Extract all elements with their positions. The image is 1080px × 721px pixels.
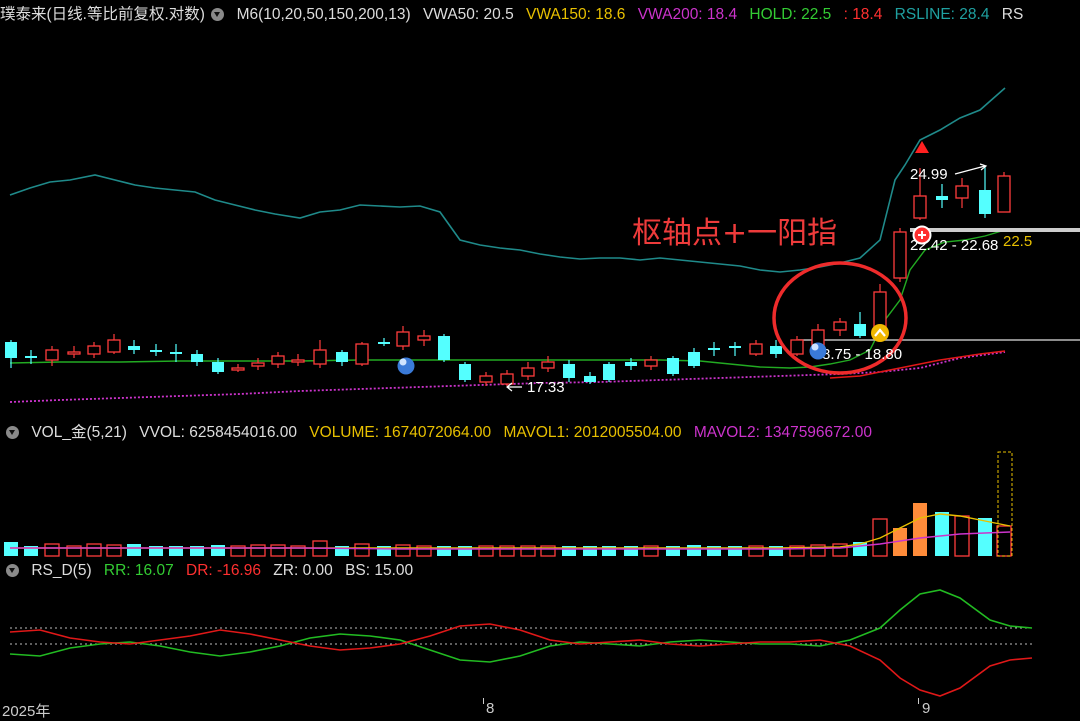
candle-body [170, 352, 182, 354]
candle-body [854, 324, 866, 336]
candle-body [625, 362, 637, 366]
candle-body [438, 336, 450, 360]
pivot-annotation-text: 枢轴点+一阳指 [632, 216, 837, 251]
candle-body [128, 346, 140, 350]
dr-value: DR: -16.96 [186, 562, 261, 579]
candle-body [749, 343, 763, 355]
blue-marker-icon[interactable] [809, 342, 827, 360]
dr-line [9, 623, 1033, 697]
buy-signal-icon[interactable] [871, 324, 889, 342]
month-label-9: 9 [922, 700, 931, 717]
candle-body [913, 195, 927, 219]
candle-body [396, 331, 410, 347]
pivot-range-label: 8.75 - 18.80 [822, 346, 902, 363]
volume-bar [4, 542, 18, 556]
candle-body [500, 373, 514, 385]
bs-value: BS: 15.00 [345, 562, 414, 579]
candle-body [479, 375, 493, 383]
month-label-8: 8 [486, 700, 495, 717]
vol-indicator-name[interactable]: VOL_金(5,21) [31, 424, 127, 441]
candle-body [790, 339, 804, 355]
candle-body [603, 364, 615, 380]
candle-body [997, 175, 1011, 213]
candle-body [584, 376, 596, 382]
dropdown-icon[interactable] [6, 426, 19, 439]
candle-body [67, 351, 81, 355]
candle-body [521, 367, 535, 377]
mavol2-value: MAVOL2: 1347596672.00 [693, 424, 872, 441]
candle-body [688, 352, 700, 366]
candle-body [251, 362, 265, 367]
rr-value: RR: 16.07 [103, 562, 174, 579]
dropdown-icon[interactable] [6, 564, 19, 577]
candle-body [541, 361, 555, 369]
zr-value: ZR: 0.00 [273, 562, 333, 579]
candle-body [231, 367, 245, 371]
rs-chart[interactable] [0, 580, 1080, 700]
candle-body [644, 359, 658, 367]
volume-bar [106, 544, 122, 557]
rs-indicator-header: RS_D(5) RR: 16.07 DR: -16.96 ZR: 0.00 BS… [0, 560, 1080, 582]
candle-body [378, 342, 390, 344]
candle-body [313, 349, 327, 365]
volume-bar [913, 503, 927, 556]
candle-body [271, 355, 285, 365]
volume-chart[interactable] [0, 444, 1080, 564]
candle-body [708, 348, 720, 350]
price-chart[interactable]: 枢轴点+一阳指 24.99 22.42 - 22.68 22.5 8.75 - … [0, 0, 1080, 420]
candle-body [979, 190, 991, 214]
volume-bar [270, 544, 286, 557]
candle-body [729, 346, 741, 348]
date-axis: 2025年 8 9 [0, 698, 1080, 720]
volume-bar [44, 543, 60, 557]
candle-body [417, 335, 431, 341]
volume-bar [395, 544, 411, 557]
tick-aug [483, 698, 484, 704]
candle-body [336, 352, 348, 362]
high-arrow-icon [954, 163, 988, 175]
volume-bar [978, 518, 992, 556]
candle-body [936, 196, 948, 200]
candle-body [191, 354, 203, 362]
candle-body [667, 358, 679, 374]
candle-body [107, 339, 121, 353]
candle-body [355, 343, 369, 365]
candle-body [45, 349, 59, 361]
candle-body [770, 346, 782, 354]
volume-bar [354, 543, 370, 557]
low-price-label: 17.33 [527, 379, 565, 396]
volume-bar [127, 544, 141, 556]
volume-value: VOLUME: 1674072064.00 [309, 424, 492, 441]
candle-body [563, 364, 575, 378]
add-signal-icon[interactable] [912, 225, 932, 245]
candle-body [291, 359, 305, 363]
volume-indicator-header: VOL_金(5,21) VVOL: 6258454016.00 VOLUME: … [0, 422, 1080, 444]
volume-bar [250, 544, 266, 557]
volume-bar [935, 512, 949, 556]
rr-line [9, 589, 1033, 663]
volume-bar [996, 525, 1012, 557]
blue-marker-icon[interactable] [397, 357, 415, 375]
tick-sep [918, 698, 919, 704]
candle-body [893, 231, 907, 279]
hold-value-label: 22.5 [1003, 233, 1032, 250]
candle-body [87, 345, 101, 355]
high-price-label: 24.99 [910, 166, 948, 183]
mavol1-value: MAVOL1: 2012005504.00 [503, 424, 682, 441]
rsline-curve [9, 87, 1006, 273]
candle-body [25, 356, 37, 358]
candle-body [833, 321, 847, 331]
volume-bar [954, 515, 970, 557]
volume-bar [687, 545, 701, 556]
vvol-value: VVOL: 6258454016.00 [139, 424, 297, 441]
sell-signal-icon[interactable] [915, 141, 929, 153]
volume-bar [211, 545, 225, 556]
candle-body [955, 185, 969, 199]
rs-indicator-name[interactable]: RS_D(5) [31, 562, 91, 579]
candle-body [212, 362, 224, 372]
candle-body [5, 342, 17, 358]
candle-body [150, 350, 162, 352]
volume-bar [86, 543, 102, 557]
candle-body [459, 364, 471, 380]
